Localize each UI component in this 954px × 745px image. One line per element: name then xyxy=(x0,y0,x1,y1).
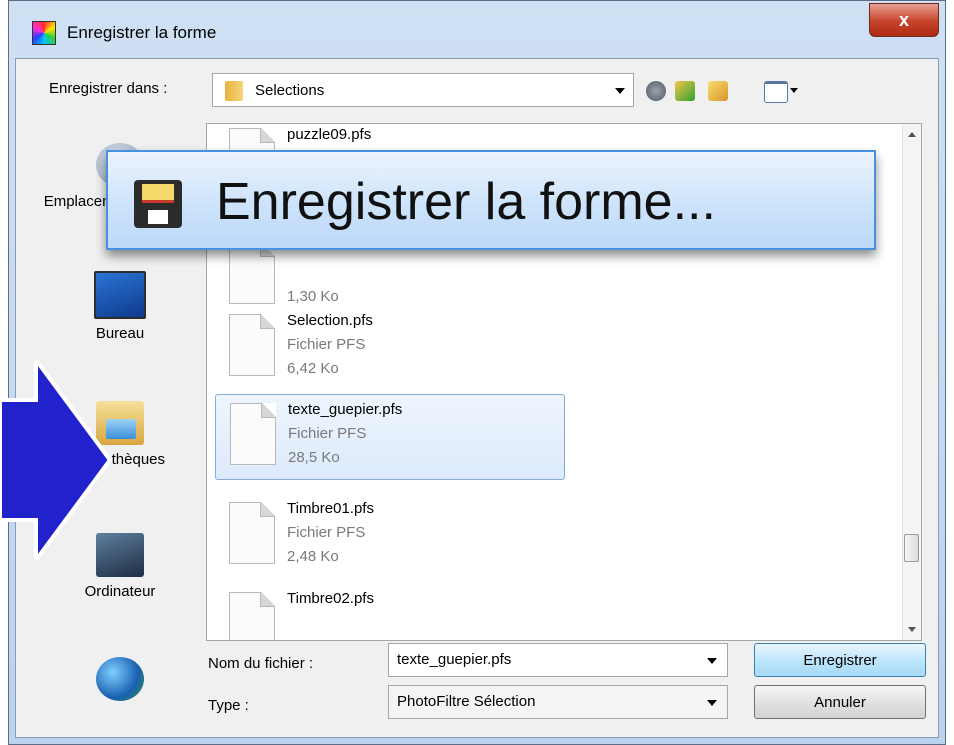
file-name: Selection.pfs xyxy=(287,312,373,329)
save-in-label: Enregistrer dans : xyxy=(49,80,168,97)
file-size: 6,42 Ko xyxy=(287,360,339,377)
view-menu-icon[interactable] xyxy=(764,81,788,103)
file-icon xyxy=(229,502,275,564)
file-icon xyxy=(230,403,276,465)
scroll-down-icon[interactable] xyxy=(908,627,916,632)
file-type: Fichier PFS xyxy=(287,336,366,353)
place-network[interactable] xyxy=(42,657,198,707)
close-button[interactable]: x xyxy=(869,3,939,37)
file-size: 28,5 Ko xyxy=(288,449,340,466)
filename-value: texte_guepier.pfs xyxy=(397,651,512,668)
new-folder-icon[interactable] xyxy=(708,81,728,101)
network-icon xyxy=(96,657,144,701)
place-label: Bureau xyxy=(95,325,145,342)
up-folder-icon[interactable] xyxy=(675,81,695,101)
back-icon[interactable] xyxy=(646,81,666,101)
place-desktop[interactable]: Bureau xyxy=(42,271,198,342)
file-icon xyxy=(229,242,275,304)
place-label: Ordinateur xyxy=(84,583,156,600)
filetype-value: PhotoFiltre Sélection xyxy=(397,693,536,710)
window-title: Enregistrer la forme xyxy=(67,23,217,42)
file-size: 1,30 Ko xyxy=(287,288,339,305)
scroll-up-icon[interactable] xyxy=(908,132,916,137)
list-item[interactable]: Timbre01.pfs Fichier PFS 2,48 Ko xyxy=(215,494,565,580)
file-type: Fichier PFS xyxy=(288,425,367,442)
list-item[interactable]: Timbre02.pfs xyxy=(215,584,565,640)
file-name: texte_guepier.pfs xyxy=(288,401,403,418)
file-name: Timbre02.pfs xyxy=(287,590,374,607)
file-name: Timbre01.pfs xyxy=(287,500,374,517)
file-name: puzzle09.pfs xyxy=(287,126,372,143)
scroll-thumb[interactable] xyxy=(904,534,919,562)
vertical-scrollbar[interactable] xyxy=(902,124,921,640)
file-icon xyxy=(229,592,275,640)
list-item-selected[interactable]: texte_guepier.pfs Fichier PFS 28,5 Ko xyxy=(215,394,565,480)
chevron-down-icon[interactable] xyxy=(615,88,625,94)
title-bar[interactable]: Enregistrer la forme x xyxy=(9,1,945,59)
floppy-disk-icon xyxy=(134,180,182,228)
desktop-icon xyxy=(94,271,146,319)
filename-label: Nom du fichier : xyxy=(208,655,314,672)
view-menu-chevron-icon[interactable] xyxy=(790,88,798,93)
filetype-select[interactable]: PhotoFiltre Sélection xyxy=(388,685,728,719)
file-size: 2,48 Ko xyxy=(287,548,339,565)
save-button[interactable]: Enregistrer xyxy=(754,643,926,677)
folder-icon xyxy=(225,81,243,101)
file-icon xyxy=(229,314,275,376)
save-dialog-window: Enregistrer la forme x Enregistrer dans … xyxy=(8,0,946,745)
photofiltre-app-icon xyxy=(32,21,56,45)
save-in-value: Selections xyxy=(255,82,325,99)
save-shape-banner: Enregistrer la forme... xyxy=(106,150,876,250)
banner-text: Enregistrer la forme... xyxy=(216,173,716,231)
filename-input[interactable]: texte_guepier.pfs xyxy=(388,643,728,677)
file-type: Fichier PFS xyxy=(287,524,366,541)
chevron-down-icon[interactable] xyxy=(707,700,717,706)
chevron-down-icon[interactable] xyxy=(707,658,717,664)
list-item[interactable]: Selection.pfs Fichier PFS 6,42 Ko xyxy=(215,306,565,392)
filetype-label: Type : xyxy=(208,697,249,714)
cancel-button[interactable]: Annuler xyxy=(754,685,926,719)
save-in-combo[interactable]: Selections xyxy=(212,73,634,107)
pointer-arrow-icon xyxy=(0,360,113,560)
